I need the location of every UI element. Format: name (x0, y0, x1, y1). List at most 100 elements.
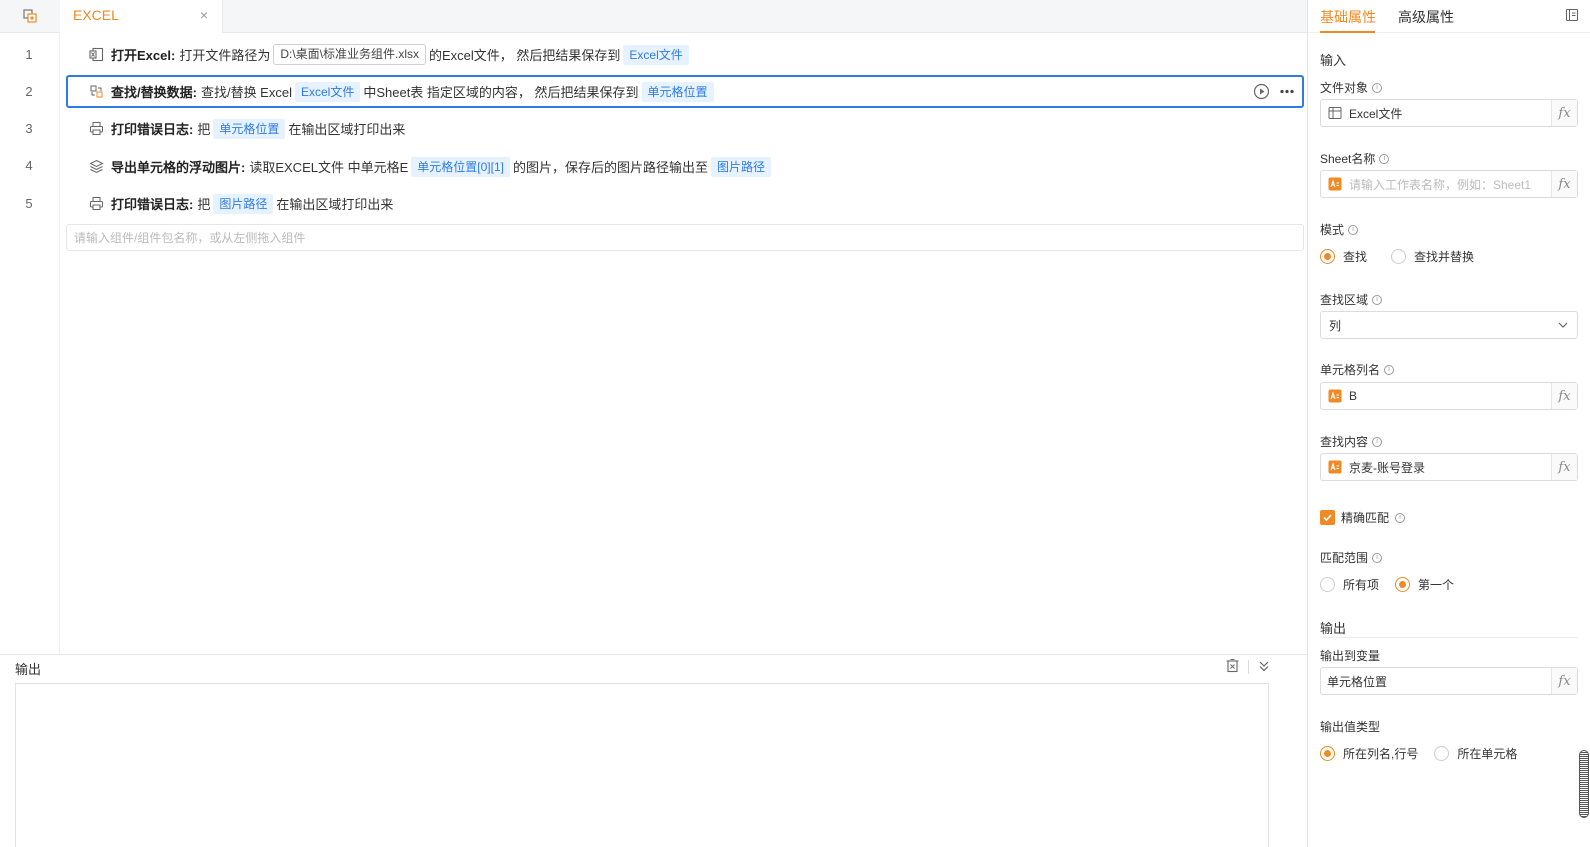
field-value: Excel文件 (1349, 106, 1403, 121)
radio-label: 所有项 (1343, 578, 1380, 592)
row-text: 查找/替换 Excel (200, 85, 292, 100)
divider (1320, 637, 1578, 638)
fx-button[interactable]: fx (1551, 383, 1577, 409)
field-placeholder: 请输入工作表名称，例如：Sheet1 (1349, 177, 1532, 192)
text-type-icon (1328, 177, 1342, 191)
output-var-field[interactable]: 单元格位置 fx (1320, 667, 1578, 695)
find-content-field[interactable]: 京麦-账号登录 fx (1320, 453, 1578, 481)
sheet-name-label: Sheet名称 i (1320, 150, 1390, 167)
play-icon[interactable] (1253, 83, 1270, 103)
info-icon[interactable]: i (1379, 153, 1390, 164)
row-actions (1253, 83, 1296, 103)
component-search-input[interactable] (66, 224, 1304, 251)
field-value: B (1349, 389, 1358, 403)
panel-collapse-icon[interactable] (1565, 8, 1579, 25)
info-icon[interactable]: i (1372, 436, 1383, 447)
find-replace-icon (88, 84, 104, 100)
file-object-field[interactable]: Excel文件 fx (1320, 99, 1578, 127)
info-icon[interactable]: i (1372, 294, 1383, 305)
field-label: 单元格列名 (1320, 363, 1381, 377)
sheet-name-field[interactable]: 请输入工作表名称，例如：Sheet1 fx (1320, 170, 1578, 198)
flow-row-print-log[interactable]: 打印错误日志: 把 图片路径 在输出区域打印出来 (66, 187, 1304, 220)
checkbox-label: 精确匹配 (1341, 511, 1390, 525)
row-text: 在输出区域打印出来 (288, 122, 406, 137)
radio-find-replace[interactable] (1391, 249, 1407, 264)
line-number: 4 (25, 158, 33, 173)
line-number: 1 (25, 47, 33, 62)
tab-basic-properties[interactable]: 基础属性 (1320, 7, 1376, 27)
radio-label: 第一个 (1418, 578, 1455, 592)
field-label: 文件对象 (1320, 81, 1369, 95)
layers-icon (88, 159, 104, 175)
info-icon[interactable]: i (1384, 364, 1395, 375)
close-icon[interactable]: × (200, 7, 208, 23)
select-value: 列 (1329, 318, 1342, 333)
scrollbar-thumb[interactable] (1579, 750, 1589, 818)
variable-chip[interactable]: 图片路径 (710, 156, 771, 177)
row-text: 的图片，保存后的图片路径输出至 (512, 160, 708, 175)
row-text: 中Sheet表 指定区域的内容， 然后把结果保存到 (363, 85, 639, 100)
exact-match-checkbox-row: 精确匹配 i (1320, 509, 1406, 526)
clear-icon[interactable] (1225, 658, 1240, 676)
file-path-value[interactable]: D:\桌面\标准业务组件.xlsx (273, 44, 426, 65)
radio-all-items[interactable] (1320, 577, 1335, 592)
tab-advanced-properties[interactable]: 高级属性 (1398, 7, 1454, 27)
row-text: 打开文件路径为 (179, 48, 271, 63)
printer-icon (88, 121, 104, 137)
cell-column-label: 单元格列名 i (1320, 361, 1395, 378)
line-gutter: 1 2 3 4 5 (0, 33, 60, 654)
flow-row-print-log[interactable]: 打印错误日志: 把 单元格位置 在输出区域打印出来 (66, 112, 1304, 145)
output-log-area[interactable] (15, 683, 1269, 847)
radio-label: 所在单元格 (1457, 747, 1518, 761)
variable-chip[interactable]: Excel文件 (623, 44, 689, 65)
field-value: 单元格位置 (1327, 674, 1388, 689)
output-type-label: 输出值类型 (1320, 718, 1380, 735)
text-type-icon (1328, 460, 1342, 474)
variable-chip[interactable]: 单元格位置 (213, 118, 286, 139)
collapse-down-icon[interactable] (1257, 659, 1271, 676)
row-text: 的Excel文件， 然后把结果保存到 (429, 48, 621, 63)
tab-excel[interactable]: EXCEL × (60, 0, 223, 33)
row-title: 查找/替换数据: (111, 85, 197, 100)
info-icon[interactable]: i (1395, 512, 1406, 523)
output-title: 输出 (15, 662, 42, 677)
exact-match-checkbox[interactable] (1320, 510, 1335, 525)
radio-find[interactable] (1320, 249, 1335, 264)
field-label: 查找内容 (1320, 435, 1369, 449)
mode-label: 模式 i (1320, 221, 1359, 238)
info-icon[interactable]: i (1372, 552, 1383, 563)
flow-row-export-image[interactable]: 导出单元格的浮动图片: 读取EXCEL文件 中单元格E 单元格位置[0][1] … (66, 150, 1304, 183)
editor-area: EXCEL × 1 2 3 4 5 打开Excel: 打开文件路径为 D:\桌面… (0, 0, 1307, 654)
divider (1248, 660, 1249, 674)
output-toolbar (1225, 658, 1271, 676)
info-icon[interactable]: i (1348, 224, 1359, 235)
fx-button[interactable]: fx (1551, 668, 1577, 694)
row-title: 打印错误日志: (111, 122, 194, 137)
radio-cell[interactable] (1434, 746, 1450, 761)
variable-chip[interactable]: Excel文件 (294, 81, 361, 102)
output-type-radio-group: 所在列名,行号 所在单元格 (1320, 745, 1517, 762)
radio-label: 所在列名,行号 (1343, 747, 1419, 761)
variable-chip[interactable]: 图片路径 (213, 193, 274, 214)
flow-icon[interactable] (0, 0, 60, 33)
cell-column-field[interactable]: B fx (1320, 382, 1578, 410)
flow-row-open-excel[interactable]: 打开Excel: 打开文件路径为 D:\桌面\标准业务组件.xlsx 的Exce… (66, 38, 1304, 71)
find-content-label: 查找内容 i (1320, 433, 1383, 450)
more-icon[interactable] (1278, 83, 1296, 103)
properties-tabs: 基础属性 高级属性 (1308, 0, 1590, 33)
radio-column-row[interactable] (1320, 746, 1335, 761)
properties-panel: 基础属性 高级属性 输入 文件对象i Excel文件 fx Sheet名称i (1307, 0, 1590, 847)
variable-chip[interactable]: 单元格位置[0][1] (411, 156, 510, 177)
variable-chip[interactable]: 单元格位置 (641, 81, 714, 102)
chevron-down-icon (1557, 319, 1569, 334)
fx-button[interactable]: fx (1551, 171, 1577, 197)
output-var-label: 输出到变量 (1320, 647, 1380, 664)
field-label: Sheet名称 (1320, 152, 1376, 166)
fx-button[interactable]: fx (1551, 100, 1577, 126)
fx-button[interactable]: fx (1551, 454, 1577, 480)
info-icon[interactable]: i (1372, 82, 1383, 93)
find-area-select[interactable]: 列 (1320, 311, 1578, 339)
match-range-label: 匹配范围 i (1320, 549, 1383, 566)
radio-first[interactable] (1395, 577, 1411, 592)
flow-row-find-replace[interactable]: 查找/替换数据: 查找/替换 Excel Excel文件 中Sheet表 指定区… (66, 75, 1304, 108)
